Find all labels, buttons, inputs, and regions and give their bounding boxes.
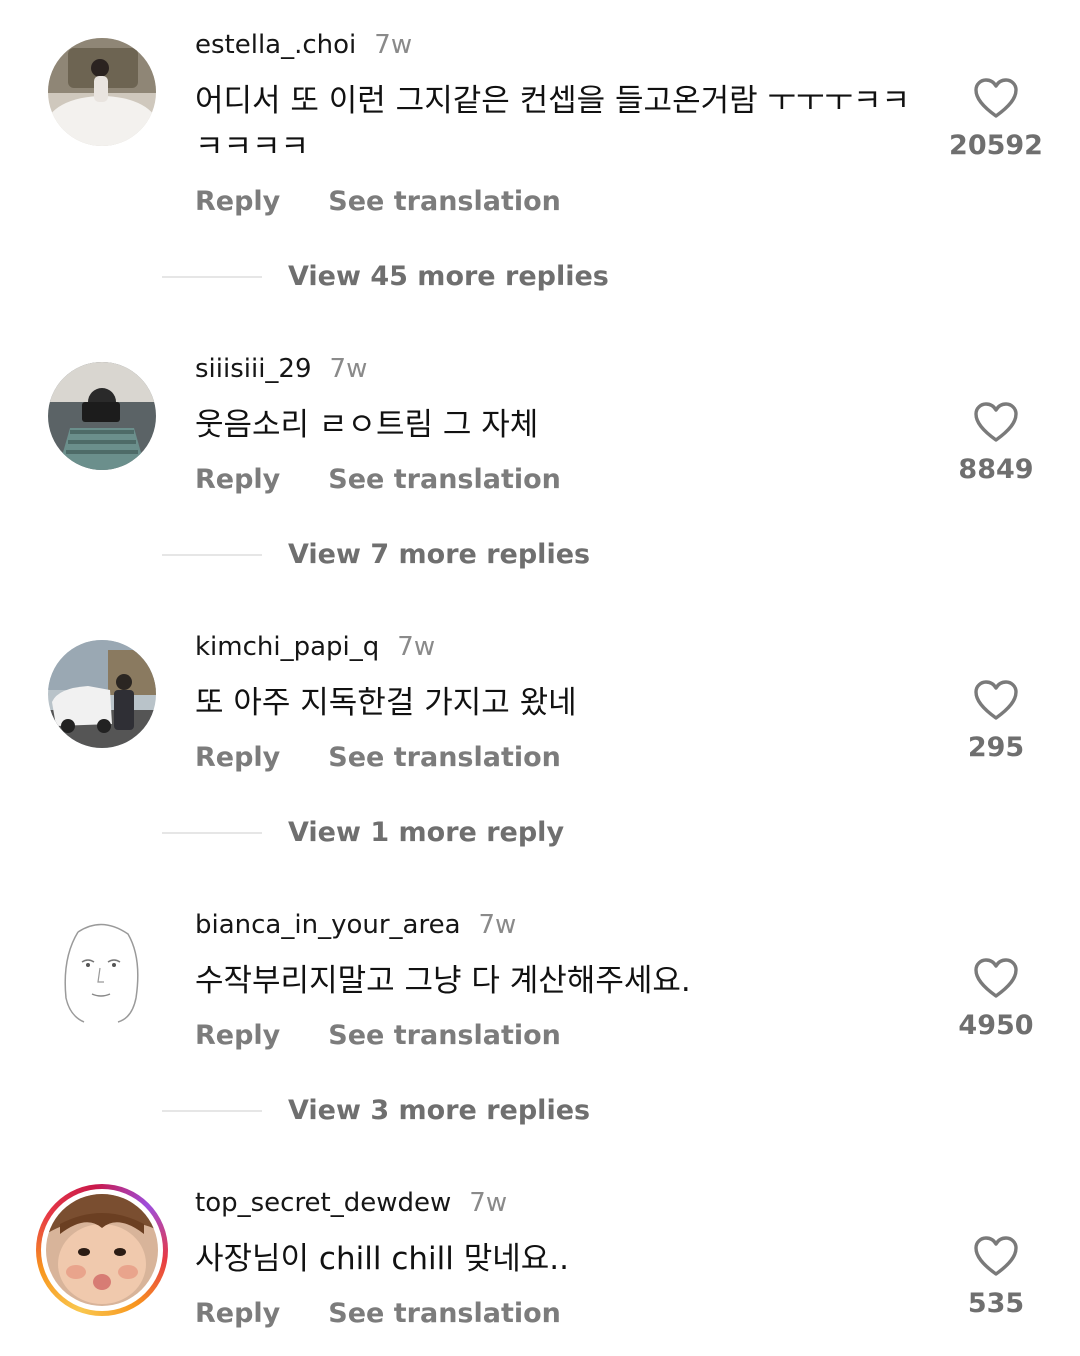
view-more-replies-button[interactable]: View 45 more replies [288,261,609,292]
divider-line [162,275,262,278]
heart-icon[interactable] [972,76,1020,120]
like-count: 20592 [949,130,1043,161]
username[interactable]: siiisiii_29 [195,354,312,384]
timestamp: 7w [397,632,436,662]
see-translation-button[interactable]: See translation [328,1298,561,1329]
divider-line [162,1109,262,1112]
divider-line [162,831,262,834]
avatar [46,1194,158,1306]
username[interactable]: kimchi_papi_q [195,632,379,662]
avatar[interactable] [48,38,156,146]
comment-text: 수작부리지말고 그냥 다 계산해주세요. [195,963,691,999]
username[interactable]: estella_.choi [195,30,356,60]
like-count: 295 [967,732,1025,763]
see-translation-button[interactable]: See translation [328,464,561,495]
view-more-replies-button[interactable]: View 3 more replies [288,1095,590,1126]
avatar[interactable] [48,918,156,1026]
timestamp: 7w [469,1188,508,1218]
comment-text: 사장님이 chill chill 맞네요.. [195,1241,569,1277]
like-count: 4950 [958,1010,1034,1041]
heart-icon[interactable] [972,1234,1020,1278]
story-ring [41,1189,163,1311]
timestamp: 7w [374,30,413,60]
view-more-replies-button[interactable]: View 1 more reply [288,817,564,848]
divider-line [162,553,262,556]
heart-icon[interactable] [972,400,1020,444]
view-more-replies-button[interactable]: View 7 more replies [288,539,590,570]
see-translation-button[interactable]: See translation [328,742,561,773]
reply-button[interactable]: Reply [195,186,280,217]
story-avatar[interactable] [36,1184,168,1316]
timestamp: 7w [478,910,517,940]
like-group: 20592 [941,76,1051,161]
see-translation-button[interactable]: See translation [328,186,561,217]
avatar[interactable] [48,362,156,470]
avatar[interactable] [48,640,156,748]
reply-button[interactable]: Reply [195,464,280,495]
comment-text: 어디서 또 이런 그지같은 컨셉을 들고온거람 ㅜㅜㅜㅋㅋ ㅋㅋㅋㅋ [195,83,911,165]
username[interactable]: bianca_in_your_area [195,910,461,940]
reply-button[interactable]: Reply [195,1298,280,1329]
comment-text: 웃음소리 ㄹㅇ트림 그 자체 [195,407,539,443]
reply-button[interactable]: Reply [195,742,280,773]
heart-icon[interactable] [972,678,1020,722]
timestamp: 7w [329,354,368,384]
comment-text: 또 아주 지독한걸 가지고 왔네 [195,685,577,721]
heart-icon[interactable] [972,956,1020,1000]
reply-button[interactable]: Reply [195,1020,280,1051]
comment-header: estella_.choi 7w [195,30,412,60]
like-count: 535 [967,1288,1025,1319]
see-translation-button[interactable]: See translation [328,1020,561,1051]
username[interactable]: top_secret_dewdew [195,1188,451,1218]
like-count: 8849 [958,454,1034,485]
